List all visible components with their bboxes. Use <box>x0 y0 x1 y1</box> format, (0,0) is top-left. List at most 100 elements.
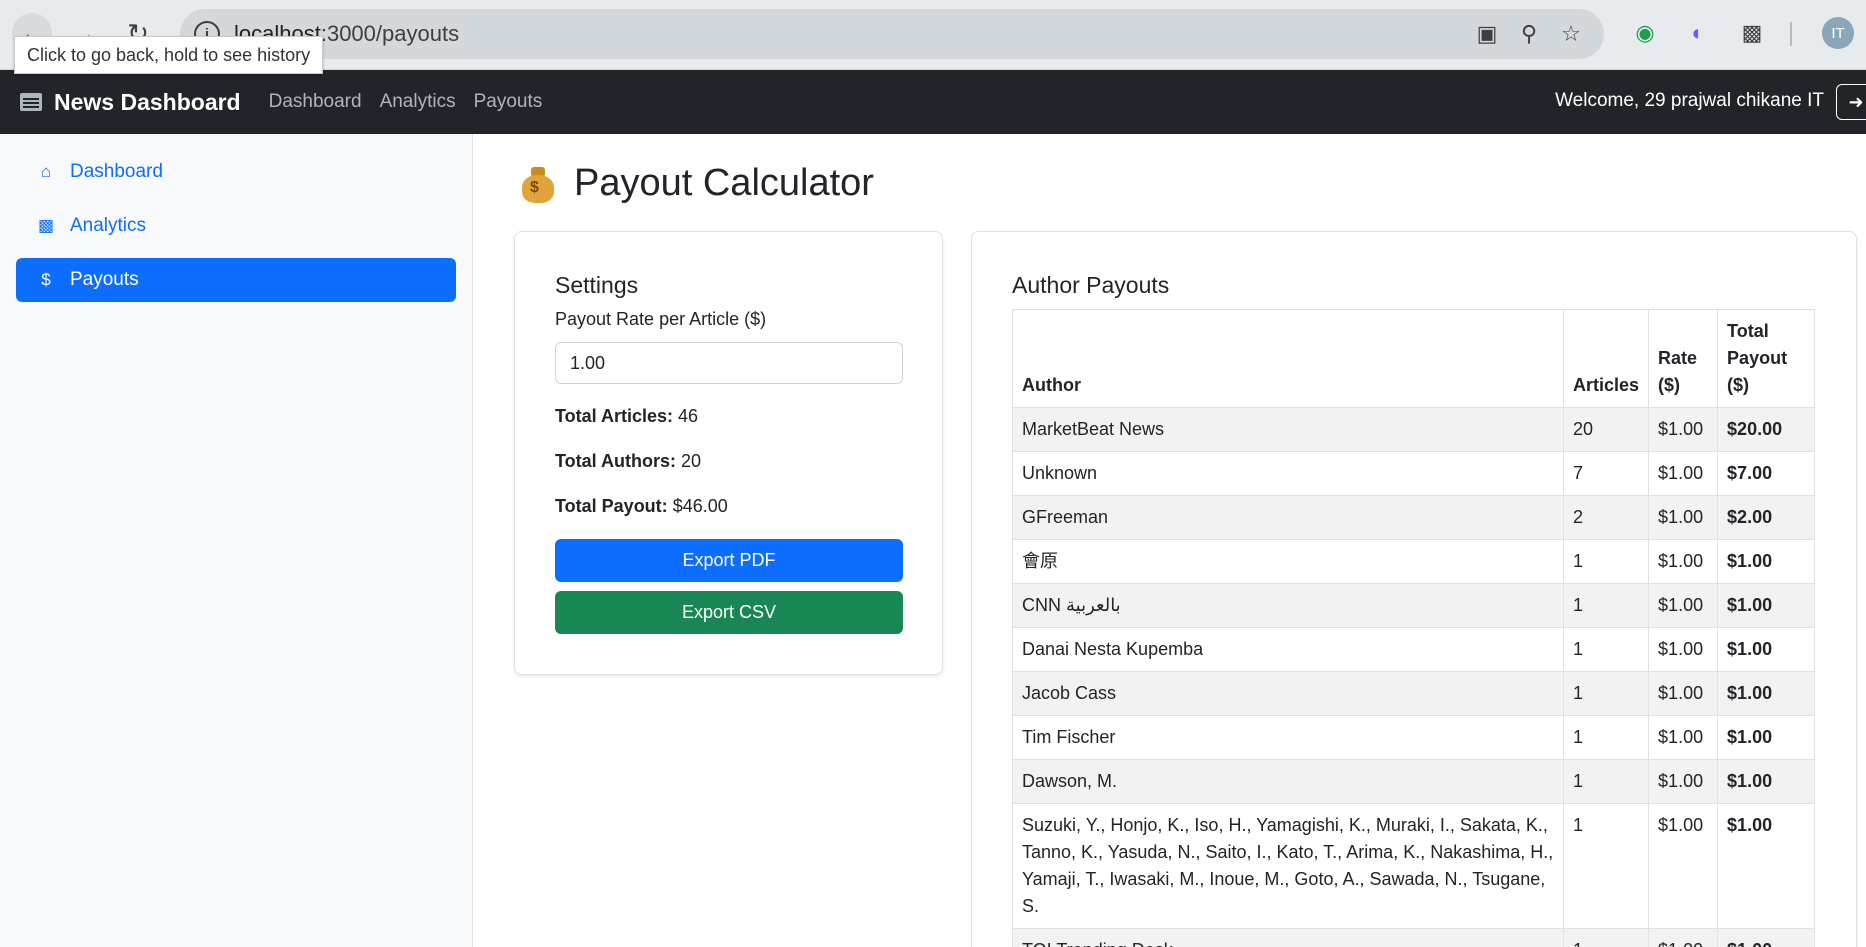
nav-link-analytics[interactable]: Analytics <box>380 91 456 113</box>
main-content: $ Payout Calculator Settings Payout Rate… <box>474 134 1866 947</box>
column-header-author: Author <box>1012 309 1564 408</box>
cell-articles: 1 <box>1562 671 1650 716</box>
page-title: $ Payout Calculator <box>520 162 874 205</box>
table-row: Tim Fischer 1 $1.00 $1.00 <box>1012 715 1815 760</box>
cell-author: 會原 <box>1012 539 1564 584</box>
settings-heading: Settings <box>555 272 639 298</box>
toolbar-divider <box>1790 22 1792 46</box>
newspaper-icon <box>20 93 42 111</box>
cell-articles: 1 <box>1562 539 1650 584</box>
cell-author: GFreeman <box>1012 495 1564 540</box>
export-pdf-button[interactable]: Export PDF <box>555 539 903 582</box>
zoom-icon[interactable]: ⚲ <box>1514 19 1544 49</box>
cell-total: $20.00 <box>1717 407 1815 452</box>
cell-total: $1.00 <box>1717 627 1815 672</box>
sidebar-item-analytics[interactable]: ▩ Analytics <box>16 204 456 248</box>
cell-author: Dawson, M. <box>1012 759 1564 804</box>
cell-total: $7.00 <box>1717 451 1815 496</box>
payouts-table: Author Articles Rate ($) Total Payout ($… <box>1012 309 1815 947</box>
cell-rate: $1.00 <box>1648 928 1719 947</box>
browser-toolbar: ← → ↻ i localhost:3000/payouts ▣ ⚲ ☆ ◉ ◐… <box>0 0 1866 74</box>
sidebar-item-label: Analytics <box>70 215 147 236</box>
sidebar-item-label: Dashboard <box>70 161 163 182</box>
sidebar: ⌂ Dashboard ▩ Analytics $ Payouts <box>0 134 473 947</box>
cell-author: Unknown <box>1012 451 1564 496</box>
back-button-tooltip: Click to go back, hold to see history <box>14 36 324 74</box>
table-row: Suzuki, Y., Honjo, K., Iso, H., Yamagish… <box>1012 803 1815 929</box>
welcome-text: Welcome, 29 prajwal chikane IT <box>1555 90 1824 111</box>
table-row: Jacob Cass 1 $1.00 $1.00 <box>1012 671 1815 716</box>
table-row: Unknown 7 $1.00 $7.00 <box>1012 451 1815 496</box>
total-articles-label: Total Articles: <box>555 406 674 426</box>
cell-total: $2.00 <box>1717 495 1815 540</box>
table-row: GFreeman 2 $1.00 $2.00 <box>1012 495 1815 540</box>
cell-articles: 1 <box>1562 583 1650 628</box>
cell-articles: 1 <box>1562 928 1650 947</box>
cell-author: TOI Trending Desk <box>1012 928 1564 947</box>
cell-total: $1.00 <box>1717 539 1815 584</box>
total-payout-value: $46.00 <box>672 496 728 516</box>
logout-icon: ➜ <box>1848 91 1864 112</box>
address-bar[interactable]: i localhost:3000/payouts ▣ ⚲ ☆ <box>180 9 1604 59</box>
table-body: MarketBeat News 20 $1.00 $20.00 Unknown 7 $1.0… <box>1012 407 1815 947</box>
table-row: Dawson, M. 1 $1.00 $1.00 <box>1012 759 1815 804</box>
page-title-text: Payout Calculator <box>574 162 874 204</box>
cell-rate: $1.00 <box>1648 627 1719 672</box>
cell-author: Jacob Cass <box>1012 671 1564 716</box>
sidebar-item-label: Payouts <box>70 269 139 290</box>
column-header-articles: Articles <box>1562 309 1650 408</box>
column-header-total: Total Payout ($) <box>1717 309 1815 408</box>
cell-author: Suzuki, Y., Honjo, K., Iso, H., Yamagish… <box>1012 803 1564 929</box>
author-payouts-heading: Author Payouts <box>1012 272 1170 298</box>
table-row: 會原 1 $1.00 $1.00 <box>1012 539 1815 584</box>
column-header-rate: Rate ($) <box>1648 309 1719 408</box>
brand[interactable]: News Dashboard <box>20 89 241 116</box>
cell-total: $1.00 <box>1717 671 1815 716</box>
rate-input[interactable]: 1.00 <box>555 342 903 384</box>
extension-sync-icon[interactable]: ◐ <box>1681 16 1715 50</box>
cell-rate: $1.00 <box>1648 715 1719 760</box>
cell-rate: $1.00 <box>1648 803 1719 929</box>
cell-articles: 20 <box>1562 407 1650 452</box>
author-payouts-card: Author Payouts Author Articles Rate ($) … <box>971 231 1857 947</box>
cell-total: $1.00 <box>1717 759 1815 804</box>
cell-total: $1.00 <box>1717 803 1815 929</box>
export-csv-button[interactable]: Export CSV <box>555 591 903 634</box>
bookmark-star-icon[interactable]: ☆ <box>1556 19 1586 49</box>
sidebar-item-dashboard[interactable]: ⌂ Dashboard <box>16 150 456 194</box>
nav-link-dashboard[interactable]: Dashboard <box>269 91 362 113</box>
cell-rate: $1.00 <box>1648 583 1719 628</box>
logout-button[interactable]: ➜ <box>1836 84 1866 120</box>
brand-name: News Dashboard <box>54 88 241 115</box>
total-authors-label: Total Authors: <box>555 451 676 471</box>
home-icon: ⌂ <box>40 162 52 181</box>
profile-avatar[interactable]: IT <box>1822 17 1854 49</box>
cell-rate: $1.00 <box>1648 495 1719 540</box>
total-payout-stat: Total Payout: $46.00 <box>555 496 902 517</box>
cell-rate: $1.00 <box>1648 407 1719 452</box>
cell-total: $1.00 <box>1717 583 1815 628</box>
cell-articles: 1 <box>1562 715 1650 760</box>
cell-articles: 2 <box>1562 495 1650 540</box>
table-row: CNN بالعربية 1 $1.00 $1.00 <box>1012 583 1815 628</box>
table-row: TOI Trending Desk1$1.00$1.00 <box>1012 928 1815 947</box>
extension-frog-icon[interactable]: ◉ <box>1628 16 1662 50</box>
settings-card: Settings Payout Rate per Article ($) 1.0… <box>514 231 943 675</box>
cell-articles: 7 <box>1562 451 1650 496</box>
total-payout-label: Total Payout: <box>555 496 668 516</box>
cell-author: Danai Nesta Kupemba <box>1012 627 1564 672</box>
table-header-row: Author Articles Rate ($) Total Payout ($… <box>1012 309 1815 408</box>
dollar-icon: $ <box>41 270 51 289</box>
app-navbar: News Dashboard Dashboard Analytics Payou… <box>0 70 1866 134</box>
total-articles-stat: Total Articles: 46 <box>555 406 902 427</box>
table-row: MarketBeat News 20 $1.00 $20.00 <box>1012 407 1815 452</box>
total-articles-value: 46 <box>678 406 699 426</box>
cell-total: $1.00 <box>1717 928 1815 947</box>
install-app-icon[interactable]: ▣ <box>1472 19 1502 49</box>
cell-author: MarketBeat News <box>1012 407 1564 452</box>
nav-link-payouts[interactable]: Payouts <box>474 91 543 113</box>
extensions-puzzle-icon[interactable]: ▩ <box>1735 16 1769 50</box>
sidebar-item-payouts[interactable]: $ Payouts <box>16 258 456 302</box>
table-row: Danai Nesta Kupemba 1 $1.00 $1.00 <box>1012 627 1815 672</box>
cell-rate: $1.00 <box>1648 671 1719 716</box>
